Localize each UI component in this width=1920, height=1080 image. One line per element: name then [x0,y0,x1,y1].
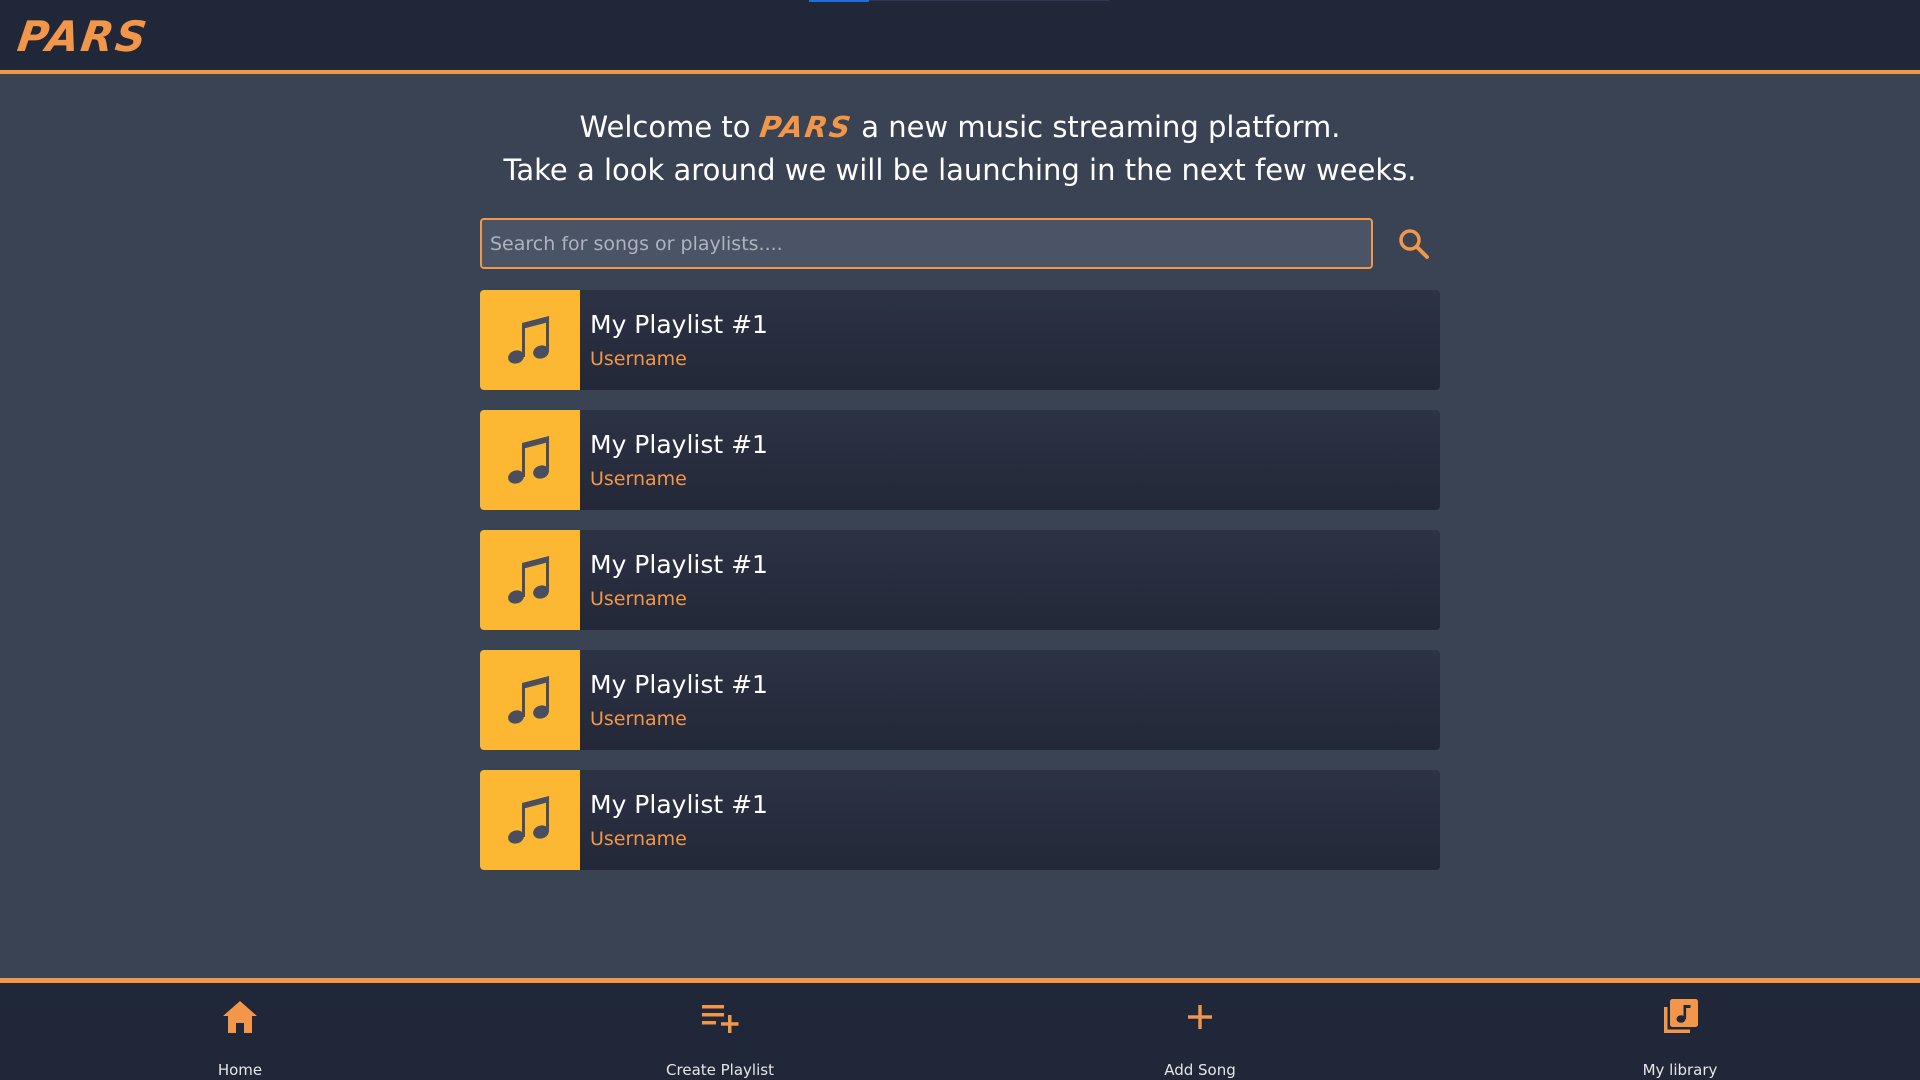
welcome-brand: PARS [757,110,855,144]
playlist-list: My Playlist #1 Username My Playlist #1 U… [480,290,1440,890]
playlist-username[interactable]: Username [590,708,687,730]
library-music-icon [1664,999,1698,1033]
playlist-title: My Playlist #1 [590,670,768,699]
welcome-text-before: Welcome to [579,110,751,144]
top-accent-line [809,0,869,2]
music-note-icon [508,556,549,604]
search-input[interactable] [482,220,1371,267]
playlist-item[interactable]: My Playlist #1 Username [480,770,1440,870]
music-note-icon [508,436,549,484]
playlist-add-icon [702,1005,739,1033]
playlist-title: My Playlist #1 [590,550,768,579]
playlist-title: My Playlist #1 [590,430,768,459]
nav-add-song-label: Add Song [1164,1061,1236,1079]
playlist-item[interactable]: My Playlist #1 Username [480,410,1440,510]
playlist-title: My Playlist #1 [590,790,768,819]
playlist-thumbnail [480,530,580,630]
music-note-icon [508,676,549,724]
playlist-item[interactable]: My Playlist #1 Username [480,290,1440,390]
app-logo[interactable]: PARS [15,12,152,61]
nav-my-library-label: My library [1642,1061,1718,1079]
home-icon [223,1001,257,1033]
playlist-item[interactable]: My Playlist #1 Username [480,650,1440,750]
playlist-thumbnail [480,770,580,870]
nav-create-playlist-label: Create Playlist [666,1061,774,1079]
welcome-line-1: Welcome to PARS a new music streaming pl… [0,106,1920,149]
top-accent-line-secondary [869,0,1109,1]
bottom-navigation: Home Create Playlist Add Song My library [0,978,1920,1080]
playlist-thumbnail [480,410,580,510]
playlist-item[interactable]: My Playlist #1 Username [480,530,1440,630]
nav-home[interactable]: Home [140,983,340,1080]
playlist-title: My Playlist #1 [590,310,768,339]
nav-add-song[interactable]: Add Song [1100,983,1300,1080]
nav-home-label: Home [217,1061,263,1079]
search-icon [1399,229,1429,259]
playlist-username[interactable]: Username [590,828,687,850]
playlist-username[interactable]: Username [590,588,687,610]
search-button[interactable] [1396,226,1432,262]
nav-create-playlist[interactable]: Create Playlist [620,983,820,1080]
welcome-line-2: Take a look around we will be launching … [503,153,1417,187]
search-box [480,218,1373,269]
music-note-icon [508,796,549,844]
welcome-message: Welcome to PARS a new music streaming pl… [0,106,1920,192]
playlist-username[interactable]: Username [590,468,687,490]
playlist-username[interactable]: Username [590,348,687,370]
playlist-thumbnail [480,650,580,750]
playlist-thumbnail [480,290,580,390]
nav-my-library[interactable]: My library [1580,983,1780,1080]
top-header: PARS [0,0,1920,74]
music-note-icon [508,316,549,364]
welcome-text-after: a new music streaming platform. [861,110,1341,144]
plus-icon [1188,1005,1212,1029]
